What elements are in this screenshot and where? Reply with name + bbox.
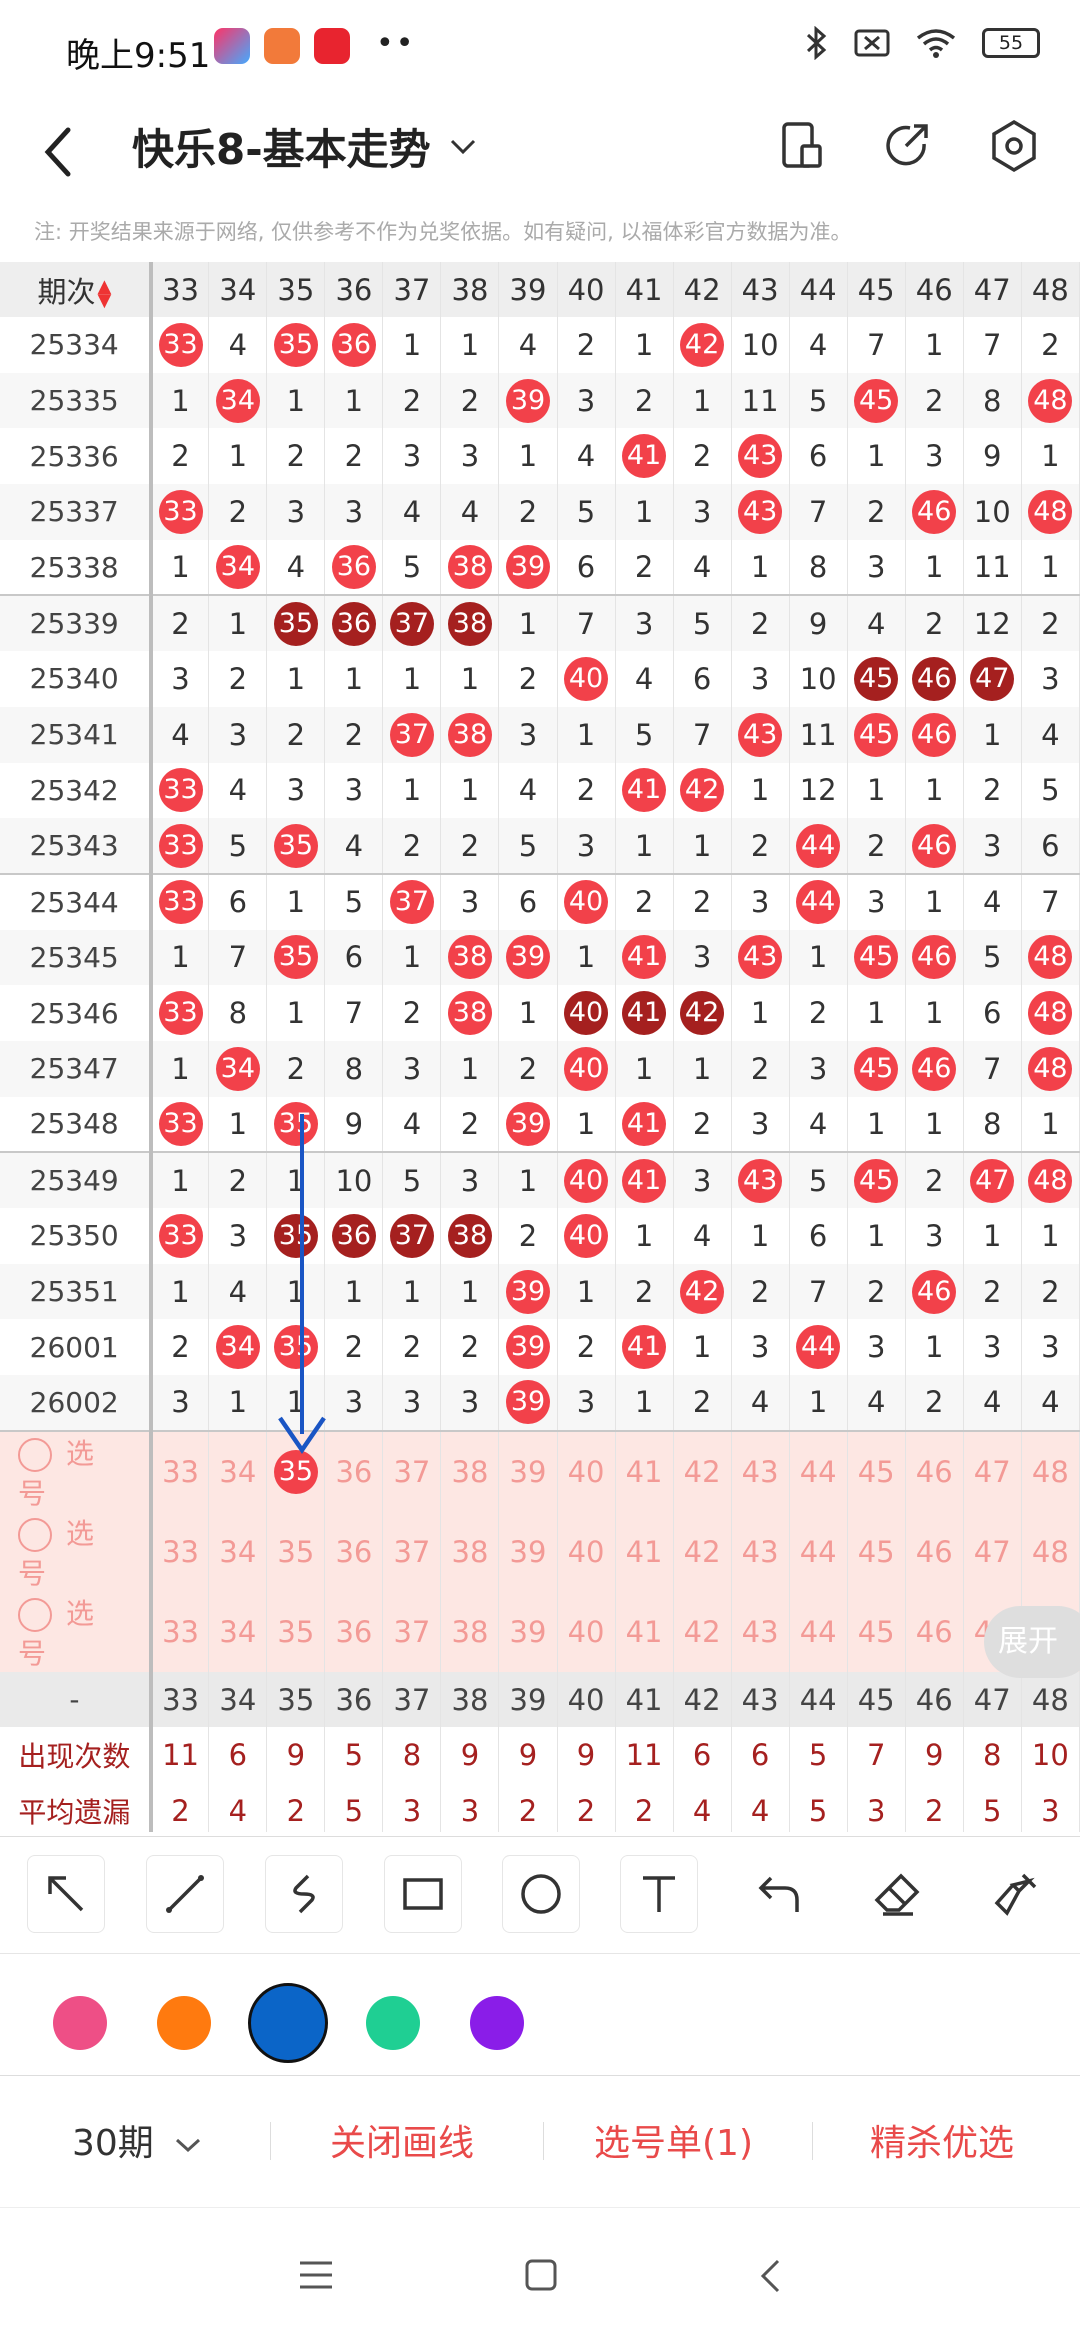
pick-list-button[interactable]: 选号单(1) [594,2114,753,2166]
broom-icon [994,1873,1037,1916]
top-bar: 快乐8-基本走势 [0,100,1080,210]
wifi-icon [916,29,956,58]
divider [812,2122,813,2160]
rectangle-tool-icon [403,1878,443,1910]
system-nav-bar [0,2208,1080,2340]
home-nav-icon[interactable] [524,2258,558,2292]
text-tool-icon [643,1876,675,1912]
close-lines-button[interactable]: 关闭画线 [330,2114,474,2166]
phone-layout-icon[interactable] [772,116,832,176]
app-icon-3 [314,28,350,64]
arrow-tool[interactable] [27,1855,105,1933]
status-time: 晚上9:51 [66,36,211,76]
undo-icon [758,1876,799,1912]
battery-indicator: 55 [982,28,1040,58]
back-button[interactable] [40,122,90,182]
chevron-down-icon [176,2138,201,2153]
drawing-toolbar [0,1836,1080,1954]
page-title: 快乐8-基本走势 [132,125,431,174]
lottery-type-selector[interactable]: 快乐8-基本走势 [132,116,477,177]
text-tool[interactable] [620,1855,698,1933]
disclaimer-notice: 注: 开奖结果来源于网络, 仅供参考不作为兑奖依据。如有疑问, 以福体彩官方数据… [34,220,852,244]
line-tool-icon [166,1875,204,1913]
period-label: 30期 [72,2123,154,2164]
app-icon-2 [264,28,300,64]
premium-picks-button[interactable]: 精杀优选 [870,2114,1014,2166]
undo-tool[interactable] [739,1855,817,1933]
arrow-tool-icon [48,1876,84,1912]
more-notifications-icon: •• [376,26,416,61]
back-arrow-icon [44,127,71,177]
color-blue-selected[interactable] [248,1983,328,2063]
app-icon-1 [214,28,250,64]
curve-tool-icon [293,1874,315,1914]
period-selector[interactable]: 30期 [72,2114,203,2166]
status-bar: 晚上9:51 •• 55 [0,0,1080,100]
eraser-icon [874,1873,920,1916]
menu-nav-icon[interactable] [298,2260,334,2290]
color-purple[interactable] [470,1996,524,2050]
clear-tool[interactable] [977,1855,1055,1933]
notification-icons [214,28,350,64]
settings-icon[interactable] [984,116,1044,176]
back-nav-icon[interactable] [758,2258,782,2294]
share-icon[interactable] [878,116,938,176]
divider [543,2122,544,2160]
line-tool[interactable] [146,1855,224,1933]
bluetooth-icon [806,26,827,60]
rectangle-tool[interactable] [384,1855,462,1933]
color-green[interactable] [366,1996,420,2050]
expand-button[interactable]: 展开 [984,1606,1080,1678]
system-icons: 55 [806,26,1040,60]
sim-icon [854,29,890,57]
chevron-down-icon [450,139,475,154]
circle-tool[interactable] [502,1855,580,1933]
drawn-arrow-annotation [278,1114,326,1454]
bottom-action-bar: 30期 关闭画线 选号单(1) 精杀优选 [0,2078,1080,2208]
circle-tool-icon [521,1874,561,1914]
curve-tool[interactable] [265,1855,343,1933]
divider [270,2122,271,2160]
color-palette [0,1956,1080,2076]
trend-table: 期次 ▲ ▼ 33 34 35 36 37 38 39 40 41 42 43 44 45 46 47 48 2533… [0,262,1080,1832]
color-orange[interactable] [157,1996,211,2050]
color-pink[interactable] [53,1996,107,2050]
eraser-tool[interactable] [858,1855,936,1933]
